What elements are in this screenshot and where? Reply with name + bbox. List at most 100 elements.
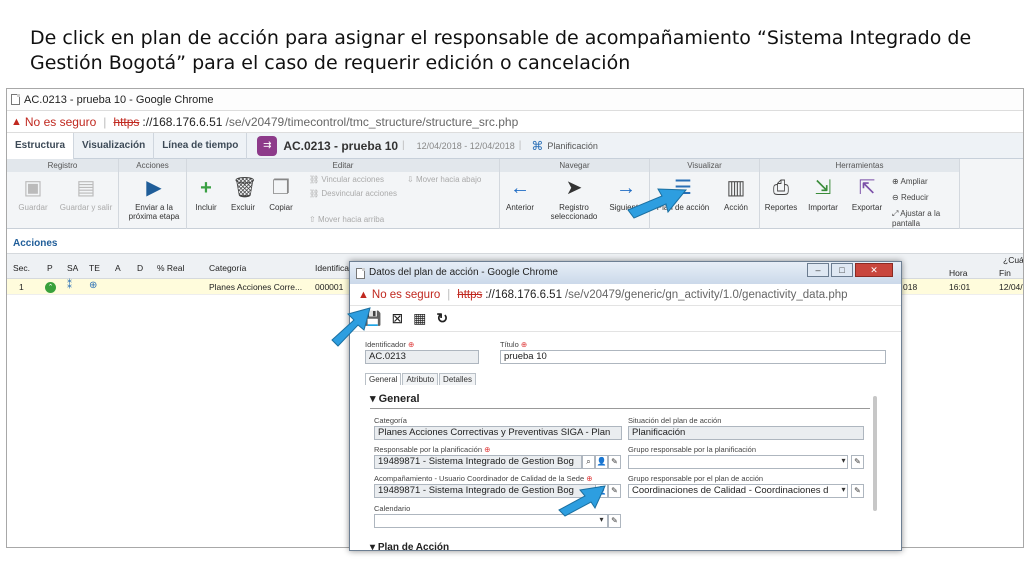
col-real[interactable]: % Real xyxy=(157,263,184,273)
row-fin: 12/04/ xyxy=(999,282,1023,292)
categoria-field[interactable]: Planes Acciones Correctivas y Preventiva… xyxy=(374,426,622,440)
save-icon: ▣ xyxy=(23,177,43,199)
search-icon[interactable]: ⌕ xyxy=(582,455,595,469)
clear-icon[interactable]: ✎ xyxy=(608,455,621,469)
grupo-plan-select[interactable] xyxy=(628,455,848,469)
popup-page-icon xyxy=(356,267,365,279)
situacion-field[interactable]: Planificación xyxy=(628,426,864,440)
move-up-button[interactable]: ⇧ Mover hacia arriba xyxy=(309,215,384,224)
calendario-label: Calendario xyxy=(374,504,411,513)
titulo-field[interactable]: prueba 10 xyxy=(500,350,886,364)
col-categoria[interactable]: Categoría xyxy=(209,263,246,273)
minimize-button[interactable]: – xyxy=(807,263,829,277)
maximize-button[interactable]: □ xyxy=(831,263,853,277)
action-button[interactable]: ▥ Acción xyxy=(716,177,756,212)
plan-accion-section-header[interactable]: ▾ Plan de Acción xyxy=(370,542,449,550)
chevron-down-icon: ▾ xyxy=(841,456,846,465)
tab-estructura[interactable]: Estructura xyxy=(7,132,75,159)
plus-icon: + xyxy=(200,177,212,199)
unlink-actions-button[interactable]: ⛓ Desvincular acciones xyxy=(309,189,397,198)
calendario-select[interactable] xyxy=(374,514,608,528)
page-icon xyxy=(11,94,20,105)
zoom-out-button[interactable]: ⊖ Reducir xyxy=(892,193,929,202)
reports-button[interactable]: ⎙ Reportes xyxy=(760,177,802,212)
include-button[interactable]: + Incluir xyxy=(187,177,225,212)
popup-refresh-icon[interactable]: ↻ xyxy=(436,310,448,327)
warning-icon: ▲ xyxy=(11,115,22,128)
popup-toolbar: 💾 ⊠ ▦ ↻ xyxy=(350,306,901,332)
te-icon: ⊕ xyxy=(89,280,98,291)
col-hora[interactable]: Hora xyxy=(949,268,967,278)
user-icon[interactable]: 👤 xyxy=(595,455,608,469)
popup-not-secure: No es seguro xyxy=(371,288,441,301)
tab-linea-de-tiempo[interactable]: Línea de tiempo xyxy=(154,132,248,159)
next-stage-icon: ▶ xyxy=(146,177,162,199)
doc-dates: 12/04/2018 - 12/04/2018 xyxy=(416,140,515,151)
grupo-resp-select[interactable]: Coordinaciones de Calidad - Coordinacion… xyxy=(628,484,848,498)
general-section-header[interactable]: ▾ General xyxy=(370,392,420,405)
link-actions-button[interactable]: ⛓ Vincular acciones xyxy=(309,175,384,184)
clear-icon[interactable]: ✎ xyxy=(608,514,621,528)
planning-icon: ⌘ xyxy=(531,138,544,153)
situacion-label: Situación del plan de acción xyxy=(628,416,722,425)
clear-icon[interactable]: ✎ xyxy=(851,455,864,469)
col-d[interactable]: D xyxy=(137,263,143,273)
document-icon: ▥ xyxy=(726,177,746,199)
user-icon[interactable]: 👤 xyxy=(595,484,608,498)
fit-screen-button[interactable]: ⤢ Ajustar a la pantalla xyxy=(892,209,956,229)
col-sec[interactable]: Sec. xyxy=(13,263,30,273)
status-ok-icon: ⌃ xyxy=(45,281,56,293)
app-tab-row: Estructura Visualización Línea de tiempo… xyxy=(7,132,1023,159)
export-button[interactable]: ⇱ Exportar xyxy=(846,177,888,212)
tab-atributo[interactable]: Atributo xyxy=(402,373,439,385)
popup-scrollbar[interactable] xyxy=(873,396,877,511)
row-hora: 16:01 xyxy=(949,282,971,292)
clear-icon[interactable]: ✎ xyxy=(608,484,621,498)
tab-detalles[interactable]: Detalles xyxy=(439,373,476,385)
close-button[interactable]: ✕ xyxy=(855,263,893,277)
identificador-field[interactable]: AC.0213 xyxy=(365,350,479,364)
tab-general[interactable]: General xyxy=(365,373,402,385)
popup-save-close-icon[interactable]: ⊠ xyxy=(391,310,403,327)
ribbon-toolbar: Registro ▣ Guardar ▤ Guardar y salir Accio… xyxy=(7,159,1023,229)
popup-save-icon[interactable]: 💾 xyxy=(364,310,381,327)
zoom-in-button[interactable]: ⊕ Ampliar xyxy=(892,177,928,186)
doc-title: AC.0213 - prueba 10 xyxy=(283,138,399,153)
resp-plan-field[interactable]: 19489871 - Sistema Integrado de Gestion … xyxy=(374,455,582,469)
popup-address-bar[interactable]: ▲ No es seguro | https://168.176.6.51/se… xyxy=(350,284,901,306)
tab-visualizacion[interactable]: Visualización xyxy=(74,132,155,159)
popup-grid-icon[interactable]: ▦ xyxy=(413,310,426,327)
col-cual[interactable]: ¿Cuá xyxy=(1003,255,1023,265)
copy-button[interactable]: ❐ Copiar xyxy=(263,177,299,212)
clear-icon[interactable]: ✎ xyxy=(851,484,864,498)
row-date-tail: 018 xyxy=(903,282,918,292)
send-next-stage-button[interactable]: ▶ Enviar a la próxima etapa xyxy=(125,177,183,221)
cursor-icon: ➤ xyxy=(565,177,583,199)
import-button[interactable]: ⇲ Importar xyxy=(802,177,844,212)
not-secure-label: No es seguro xyxy=(24,114,97,129)
col-sa[interactable]: SA xyxy=(67,263,78,273)
acomp-field[interactable]: 19489871 - Sistema Integrado de Gestion … xyxy=(374,484,596,498)
ribbon-group-visualizar: Visualizar ☰ Plan de acción ▥ Acción xyxy=(650,159,760,229)
exclude-button[interactable]: 🗑 Excluir xyxy=(223,177,263,212)
next-button[interactable]: → Siguiente xyxy=(606,177,646,212)
url-host: ://168.176.6.51 xyxy=(142,114,223,129)
copy-icon: ❐ xyxy=(272,177,290,199)
move-down-button[interactable]: ⇩ Mover hacia abajo xyxy=(407,175,481,184)
printer-icon: ⎙ xyxy=(773,177,789,199)
plan-de-accion-button[interactable]: ☰ Plan de acción xyxy=(654,177,712,212)
url-path: /se/v20479/timecontrol/tmc_structure/str… xyxy=(225,114,519,129)
col-a[interactable]: A xyxy=(115,263,121,273)
selected-record-button[interactable]: ➤ Registro seleccionado xyxy=(544,177,604,221)
ribbon-group-acciones: Acciones ▶ Enviar a la próxima etapa xyxy=(119,159,187,229)
col-fin[interactable]: Fin xyxy=(999,268,1011,278)
col-te[interactable]: TE xyxy=(89,263,100,273)
col-p[interactable]: P xyxy=(47,263,53,273)
previous-button[interactable]: ← Anterior xyxy=(500,177,540,212)
trash-icon: 🗑 xyxy=(232,177,258,199)
save-and-exit-button[interactable]: ▤ Guardar y salir xyxy=(55,177,117,212)
save-button[interactable]: ▣ Guardar xyxy=(7,177,59,212)
row-categoria: Planes Acciones Corre... xyxy=(209,282,303,292)
address-bar[interactable]: ▲ No es seguro | https://168.176.6.51/se… xyxy=(7,111,1023,133)
popup-tabs: General Atributo Detalles xyxy=(365,373,477,385)
